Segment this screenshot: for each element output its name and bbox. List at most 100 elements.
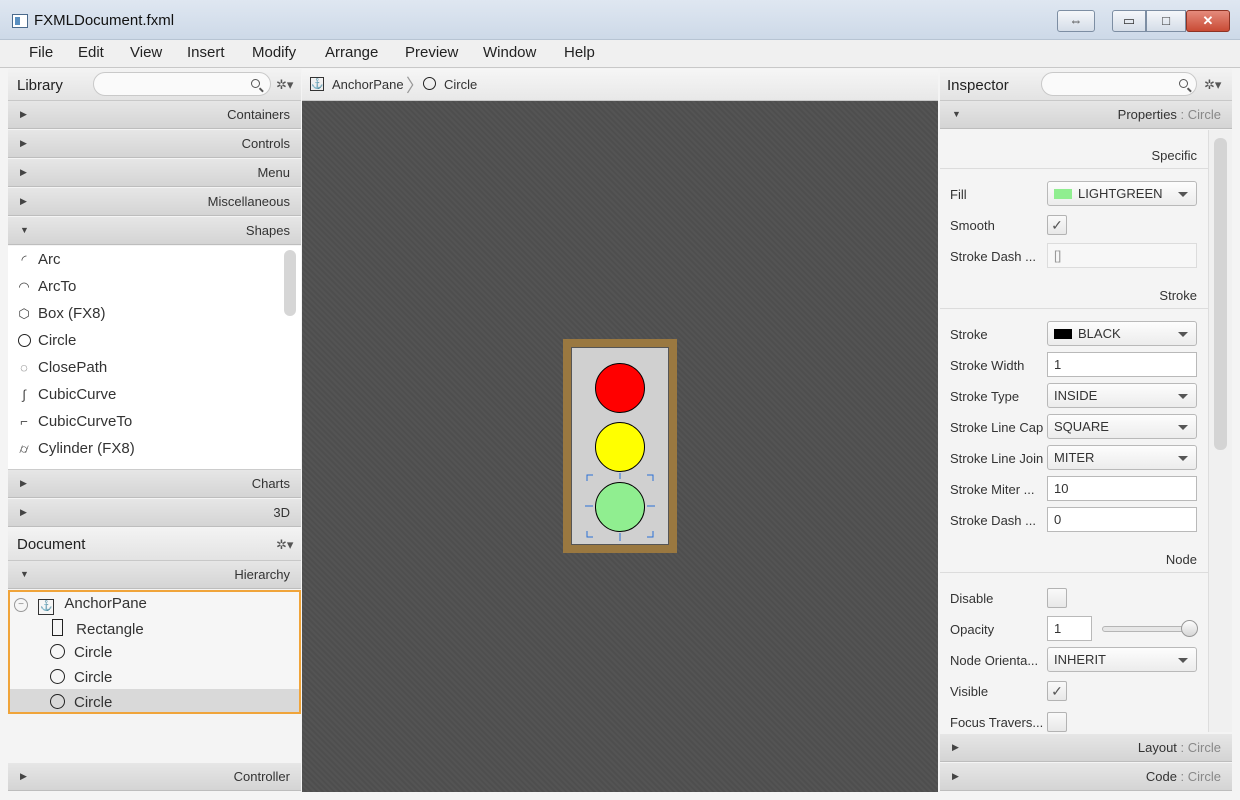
stroke-miter-field[interactable]: 10 [1047, 476, 1197, 501]
menu-insert[interactable]: Insert [187, 44, 225, 61]
section-hierarchy[interactable]: ▼ Hierarchy [8, 561, 301, 589]
minimize-button[interactable]: ▭ [1112, 10, 1146, 32]
yellow-light-circle[interactable] [595, 422, 645, 472]
fill-combo[interactable]: LIGHTGREEN [1047, 181, 1197, 206]
stroke-type-label: Stroke Type [950, 389, 1020, 404]
group-stroke: Stroke [940, 281, 1208, 309]
visible-checkbox[interactable]: ✓ [1047, 681, 1067, 701]
stroke-dash-array-field[interactable]: [] [1047, 243, 1197, 268]
cubiccurveto-icon: ⌐ [20, 414, 28, 429]
tree-item-circle-3[interactable]: Circle [50, 694, 112, 718]
search-icon [1179, 79, 1188, 88]
shapes-scrollbar[interactable] [284, 250, 296, 316]
window-title: FXMLDocument.fxml [34, 12, 175, 29]
menu-file[interactable]: File [29, 44, 53, 61]
section-layout[interactable]: ▶ Layout : Circle [940, 734, 1232, 762]
circle-icon [50, 694, 65, 709]
stroke-line-cap-combo[interactable]: SQUARE [1047, 414, 1197, 439]
stroke-combo[interactable]: BLACK [1047, 321, 1197, 346]
maximize-button[interactable]: □ [1146, 10, 1186, 32]
circle-icon [50, 644, 65, 659]
collapse-icon[interactable]: − [14, 598, 28, 612]
tree-item-anchorpane[interactable]: − ⚓ AnchorPane [14, 595, 147, 619]
tree-item-circle-1[interactable]: Circle [50, 644, 112, 668]
menu-help[interactable]: Help [564, 44, 595, 61]
library-title: Library [17, 77, 63, 94]
section-controls[interactable]: ▶ Controls [8, 130, 301, 158]
stroke-width-label: Stroke Width [950, 358, 1025, 373]
menu-view[interactable]: View [130, 44, 162, 61]
smooth-checkbox[interactable]: ✓ [1047, 215, 1067, 235]
tree-item-rectangle[interactable]: Rectangle [52, 619, 144, 643]
menu-preview[interactable]: Preview [405, 44, 458, 61]
visible-label: Visible [950, 684, 989, 699]
selection-handles[interactable] [585, 471, 657, 543]
inspector-title: Inspector [947, 77, 1009, 94]
section-menu[interactable]: ▶ Menu [8, 159, 301, 187]
lib-item-box[interactable]: ⬡ Box (FX8) [16, 305, 105, 329]
section-containers[interactable]: ▶ Containers [8, 101, 301, 129]
fill-swatch [1054, 189, 1072, 199]
disable-checkbox[interactable] [1047, 588, 1067, 608]
red-light-circle[interactable] [595, 363, 645, 413]
lib-item-cubiccurveto[interactable]: ⌐ CubicCurveTo [16, 413, 132, 437]
group-specific: Specific [940, 141, 1208, 169]
app-icon [12, 14, 28, 28]
lib-item-circle[interactable]: Circle [16, 332, 76, 356]
stroke-dash-offset-field[interactable]: 0 [1047, 507, 1197, 532]
focus-traversable-checkbox[interactable] [1047, 712, 1067, 732]
document-gear-icon[interactable]: ✲▾ [276, 537, 293, 553]
lib-item-cylinder[interactable]: ⌭ Cylinder (FX8) [16, 440, 134, 464]
tree-item-circle-2[interactable]: Circle [50, 669, 112, 693]
section-controller[interactable]: ▶ Controller [8, 763, 301, 791]
restore-button[interactable]: ⇔ [1057, 10, 1095, 32]
menu-bar: File Edit View Insert Modify Arrange Pre… [0, 40, 1240, 68]
lib-item-arc[interactable]: ◜ Arc [16, 251, 60, 275]
breadcrumb-circle[interactable]: Circle [444, 77, 477, 92]
arc-icon: ◜ [21, 252, 27, 267]
document-title: Document [17, 536, 86, 553]
close-button[interactable]: ✕ [1186, 10, 1230, 32]
closepath-icon: ◌ [20, 360, 28, 375]
section-miscellaneous[interactable]: ▶ Miscellaneous [8, 188, 301, 216]
stroke-line-cap-label: Stroke Line Cap [950, 420, 1044, 435]
library-search-input[interactable] [93, 72, 271, 96]
lib-item-closepath[interactable]: ◌ ClosePath [16, 359, 107, 383]
section-shapes[interactable]: ▼ Shapes [8, 217, 301, 245]
anchor-icon: ⚓ [310, 77, 324, 91]
node-orientation-combo[interactable]: INHERIT [1047, 647, 1197, 672]
section-properties[interactable]: ▼ Properties : Circle [940, 101, 1232, 129]
stroke-line-join-label: Stroke Line Join [950, 451, 1044, 466]
stroke-miter-label: Stroke Miter ... [950, 482, 1035, 497]
design-canvas[interactable] [302, 101, 938, 792]
stroke-type-combo[interactable]: INSIDE [1047, 383, 1197, 408]
lib-item-cubiccurve[interactable]: ∫ CubicCurve [16, 386, 116, 410]
breadcrumb-anchorpane[interactable]: AnchorPane [332, 77, 404, 92]
section-charts[interactable]: ▶ Charts [8, 470, 301, 498]
stroke-label: Stroke [950, 327, 988, 342]
stroke-line-join-combo[interactable]: MITER [1047, 445, 1197, 470]
node-orientation-label: Node Orienta... [950, 653, 1039, 668]
lib-item-arcto[interactable]: ◠ ArcTo [16, 278, 76, 302]
inspector-scrollbar-track[interactable] [1208, 130, 1232, 732]
menu-arrange[interactable]: Arrange [325, 44, 378, 61]
circle-icon [423, 77, 436, 90]
opacity-slider-thumb[interactable] [1181, 620, 1198, 637]
title-bar: FXMLDocument.fxml ⇔ ▭ □ ✕ [0, 0, 1240, 40]
library-header: Library ✲▾ [8, 69, 301, 101]
inspector-search-input[interactable] [1041, 72, 1197, 96]
menu-edit[interactable]: Edit [78, 44, 104, 61]
section-3d[interactable]: ▶ 3D [8, 499, 301, 527]
stroke-width-field[interactable]: 1 [1047, 352, 1197, 377]
menu-modify[interactable]: Modify [252, 44, 296, 61]
inspector-scrollbar-thumb[interactable] [1214, 138, 1227, 450]
inspector-gear-icon[interactable]: ✲▾ [1204, 77, 1221, 93]
stroke-dash-offset-label: Stroke Dash ... [950, 513, 1036, 528]
opacity-field[interactable]: 1 [1047, 616, 1092, 641]
library-gear-icon[interactable]: ✲▾ [276, 77, 293, 93]
smooth-label: Smooth [950, 218, 995, 233]
group-node: Node [940, 545, 1208, 573]
fill-label: Fill [950, 187, 967, 202]
menu-window[interactable]: Window [483, 44, 536, 61]
section-code[interactable]: ▶ Code : Circle [940, 763, 1232, 791]
